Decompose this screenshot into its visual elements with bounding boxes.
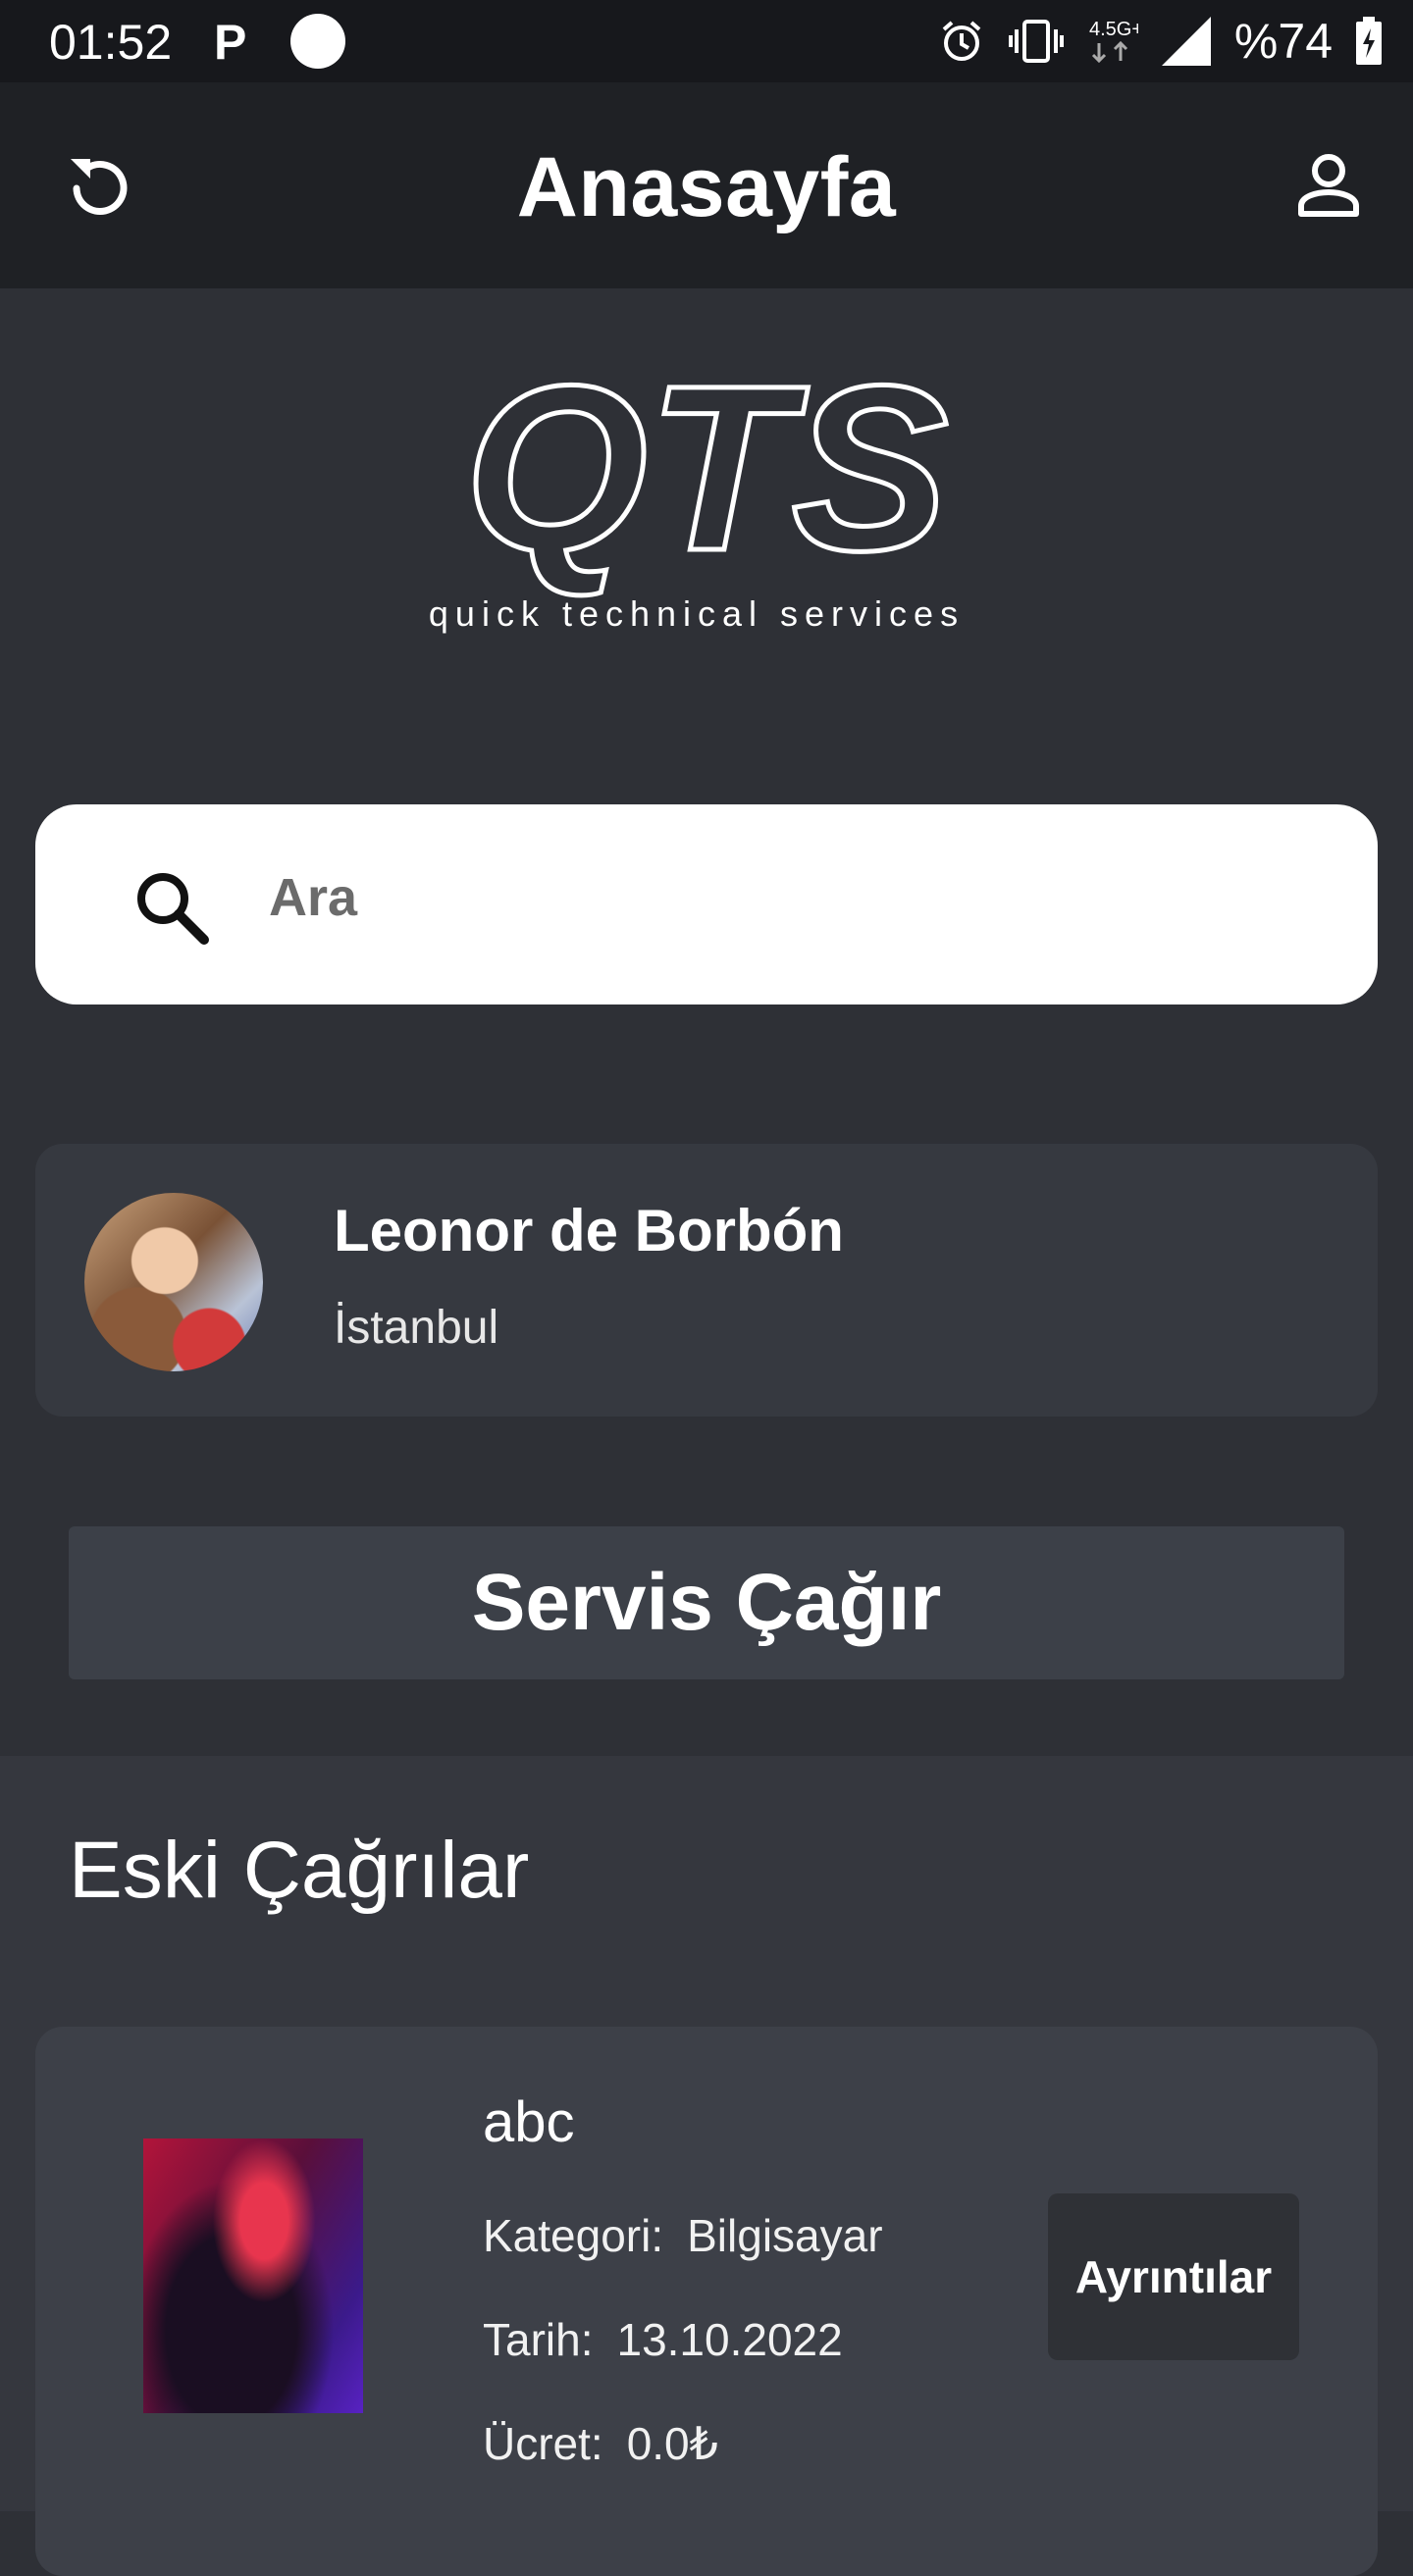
battery-icon: [1354, 17, 1384, 66]
history-item-date: Tarih: 13.10.2022: [483, 2313, 843, 2366]
avatar: [84, 1193, 263, 1371]
fee-label: Ücret:: [483, 2418, 603, 2469]
profile-card[interactable]: Leonor de Borbón İstanbul: [35, 1144, 1378, 1417]
status-time: 01:52: [49, 15, 173, 70]
history-item-title: abc: [483, 2090, 575, 2154]
vibrate-icon: [1007, 18, 1066, 65]
logo-tagline-text: quick technical services: [429, 593, 965, 634]
alarm-icon: [938, 18, 985, 65]
history-section: Eski Çağrılar abc Kategori: Bilgisayar Ta…: [0, 1756, 1413, 2576]
battery-level-text: %74: [1233, 14, 1333, 69]
qts-logo: QTS quick technical services: [412, 335, 1001, 647]
page-title: Anasayfa: [516, 140, 897, 234]
fee-value: 0.0₺: [626, 2418, 718, 2469]
signal-icon: [1160, 15, 1213, 68]
history-item-category: Kategori: Bilgisayar: [483, 2209, 883, 2262]
date-label: Tarih:: [483, 2314, 594, 2365]
profile-city: İstanbul: [334, 1302, 499, 1354]
network-icon: 4.5G+: [1087, 16, 1138, 67]
logo-mark-text: QTS: [464, 343, 948, 599]
search-icon: [130, 865, 212, 948]
history-card: abc Kategori: Bilgisayar Tarih: 13.10.2022…: [35, 2027, 1378, 2576]
status-bar: 01:52 P 4.5G+ %74: [0, 0, 1413, 82]
profile-icon[interactable]: [1287, 143, 1370, 226]
parking-notification-icon: P: [214, 15, 247, 70]
category-label: Kategori:: [483, 2210, 664, 2261]
profile-name: Leonor de Borbón: [334, 1198, 844, 1263]
category-value: Bilgisayar: [687, 2210, 883, 2261]
search-placeholder: Ara: [269, 868, 358, 927]
search-input[interactable]: Ara: [35, 804, 1378, 1005]
network-type-text: 4.5G+: [1089, 19, 1138, 40]
details-button[interactable]: Ayrıntılar: [1048, 2193, 1299, 2360]
history-item-fee: Ücret: 0.0₺: [483, 2417, 718, 2470]
history-title: Eski Çağrılar: [69, 1826, 530, 1915]
history-item-thumbnail: [143, 2138, 363, 2413]
notification-dot-icon: [290, 14, 345, 69]
status-icons: 4.5G+ %74: [938, 12, 1384, 71]
call-service-button[interactable]: Servis Çağır: [69, 1526, 1344, 1679]
app-bar: Anasayfa: [0, 82, 1413, 288]
date-value: 13.10.2022: [616, 2314, 843, 2365]
